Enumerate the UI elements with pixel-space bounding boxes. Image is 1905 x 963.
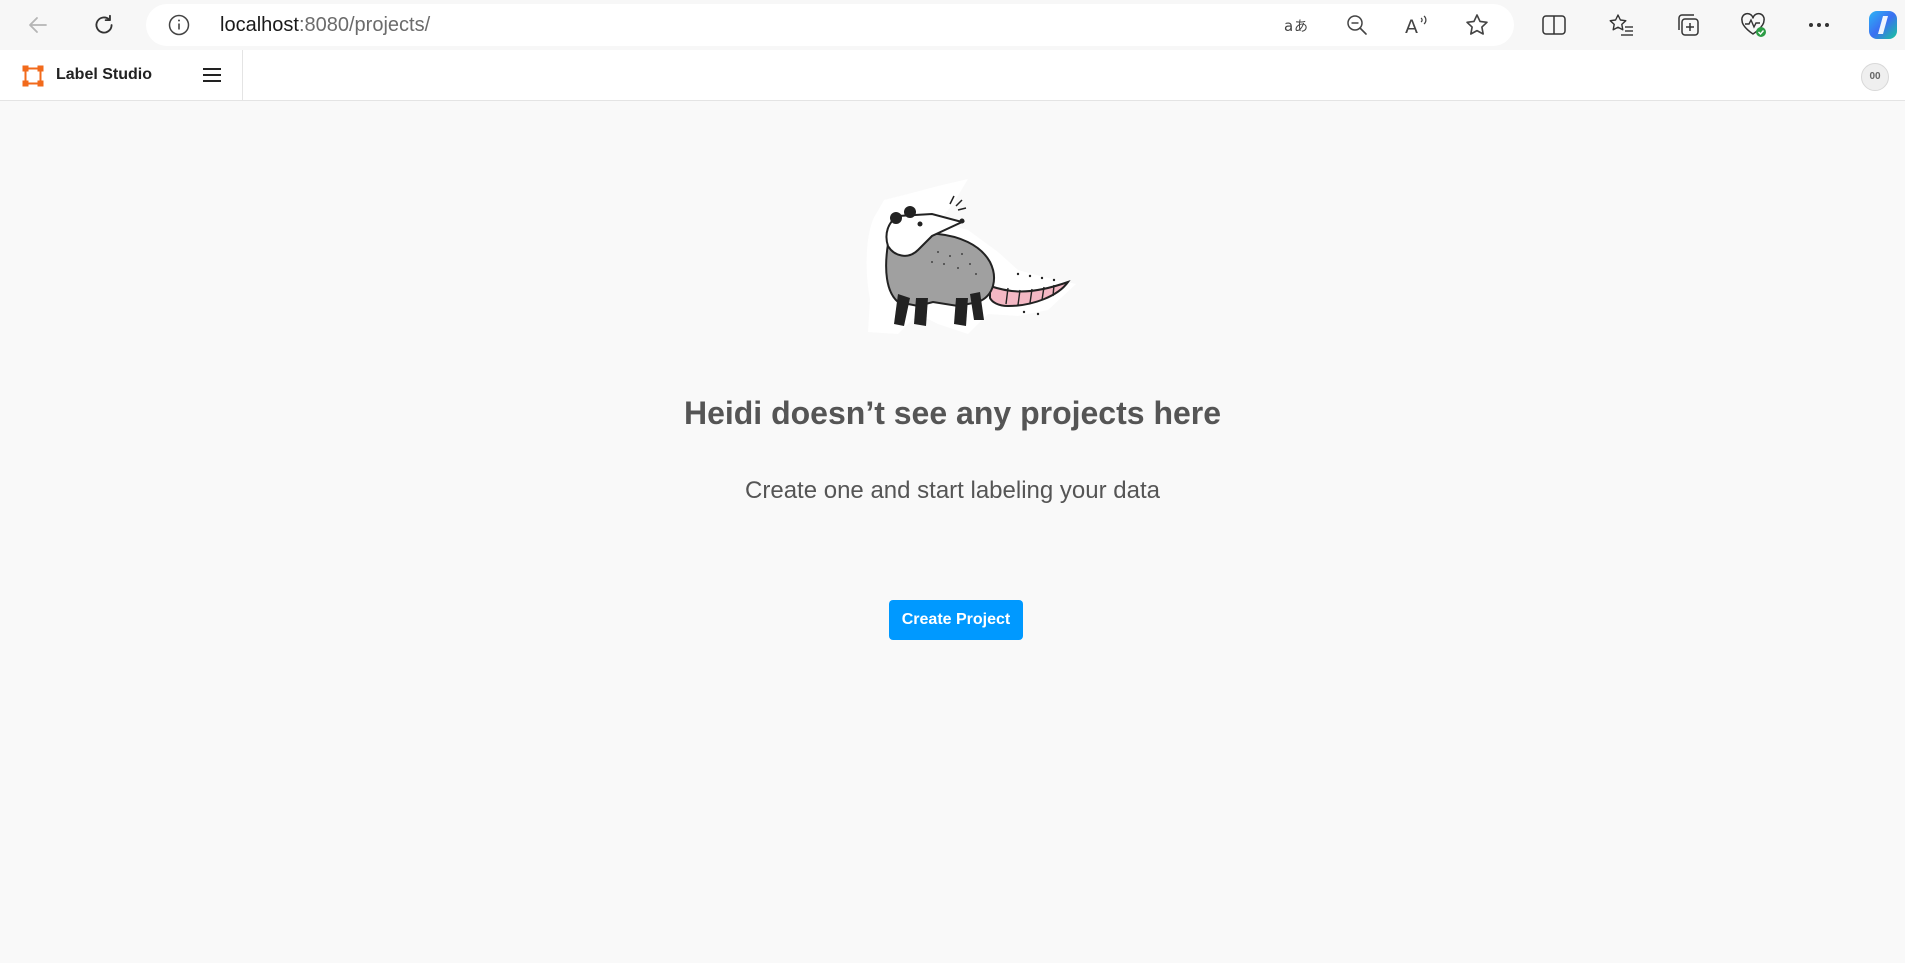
zoom-out-icon[interactable] [1342,10,1372,40]
reload-icon [95,14,113,34]
more-icon[interactable] [1800,6,1838,44]
back-button[interactable] [18,5,58,45]
svg-text:a: a [1284,17,1293,35]
url-text[interactable]: localhost:8080/projects/ [220,4,430,46]
svg-text:あ: あ [1294,19,1308,35]
brand[interactable]: Label Studio [0,50,243,100]
address-bar[interactable]: localhost:8080/projects/ a あ A [146,4,1514,46]
user-avatar[interactable]: 00 [1861,63,1889,91]
browser-essentials-icon[interactable] [1734,6,1772,44]
favorite-star-icon[interactable] [1462,10,1492,40]
svg-text:A: A [1405,16,1418,37]
split-screen-icon[interactable] [1535,6,1573,44]
favorites-list-icon[interactable] [1602,6,1640,44]
url-host: localhost [220,14,299,36]
read-aloud-icon[interactable]: A [1402,10,1432,40]
menu-hamburger-icon[interactable] [199,63,225,87]
opossum-mascot-illustration [858,174,1082,343]
back-arrow-icon [29,17,47,33]
info-icon[interactable] [168,14,190,41]
brand-name: Label Studio [56,66,152,83]
projects-empty-state: Heidi doesn’t see any projects here Crea… [0,101,1905,963]
app-header: Label Studio 00 [0,50,1905,101]
empty-state-subtitle: Create one and start labeling your data [745,477,1160,504]
empty-state-title: Heidi doesn’t see any projects here [683,395,1222,431]
create-project-button[interactable]: Create Project [889,600,1023,640]
translate-icon[interactable]: a あ [1282,10,1312,40]
label-studio-logo-icon [22,65,44,92]
browser-toolbar: localhost:8080/projects/ a あ A [0,0,1905,50]
url-path: :8080/projects/ [298,14,431,36]
collections-icon[interactable] [1669,6,1707,44]
copilot-icon[interactable] [1864,6,1902,44]
reload-button[interactable] [84,5,124,45]
